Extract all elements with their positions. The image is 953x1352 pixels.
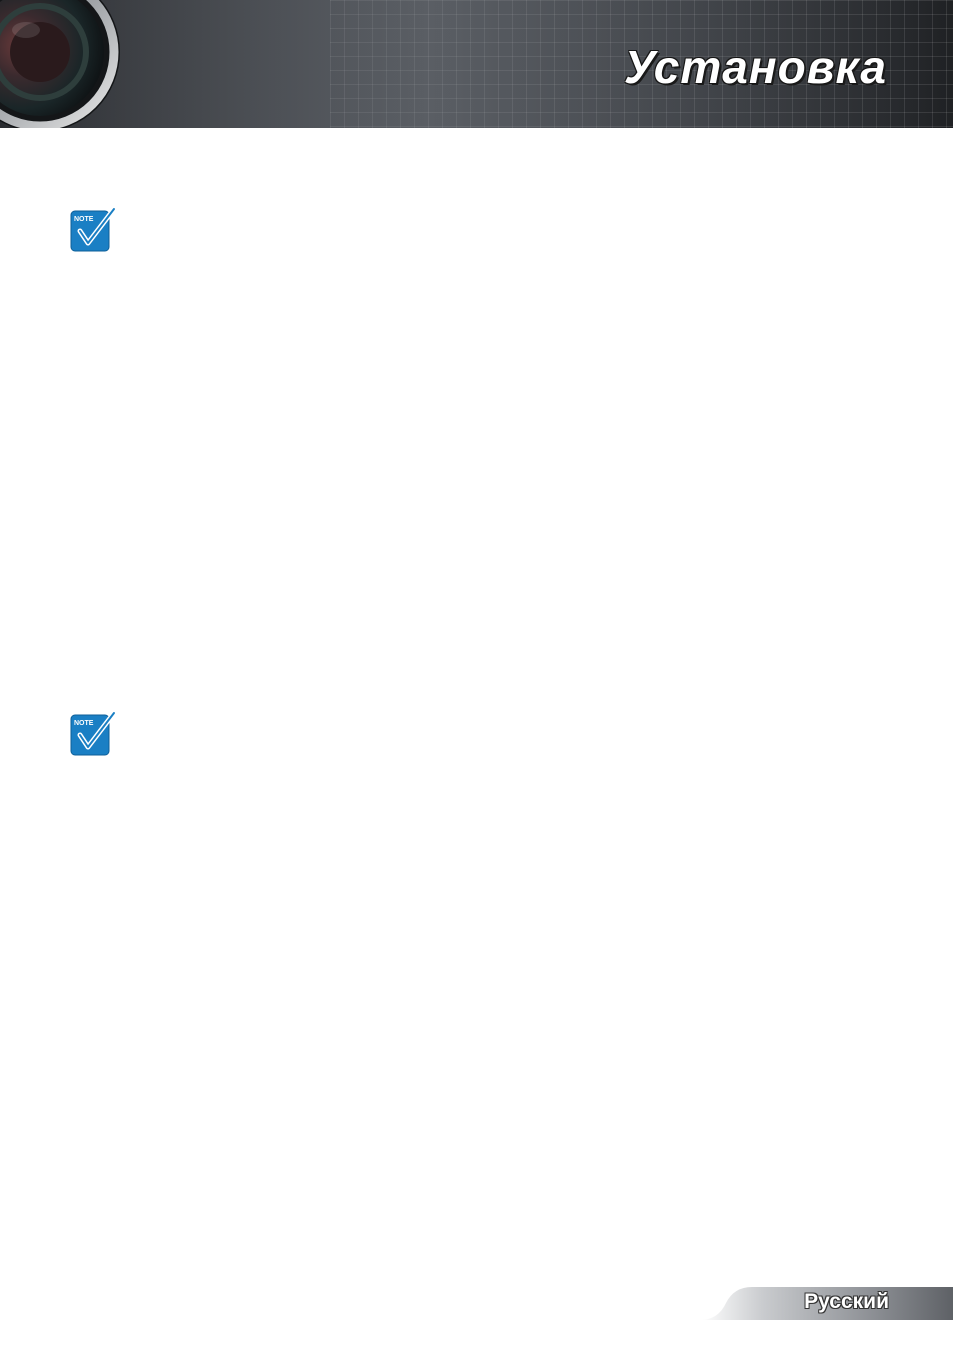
projector-lens-icon [0,0,120,128]
header-banner: Установка [0,0,953,128]
footer-language-label: Русский [804,1290,889,1313]
page-title: Установка [623,41,887,93]
note-check-icon: NOTE [70,207,116,252]
svg-text:NOTE: NOTE [74,720,94,727]
note-check-icon: NOTE [70,711,116,756]
svg-text:NOTE: NOTE [74,216,94,223]
